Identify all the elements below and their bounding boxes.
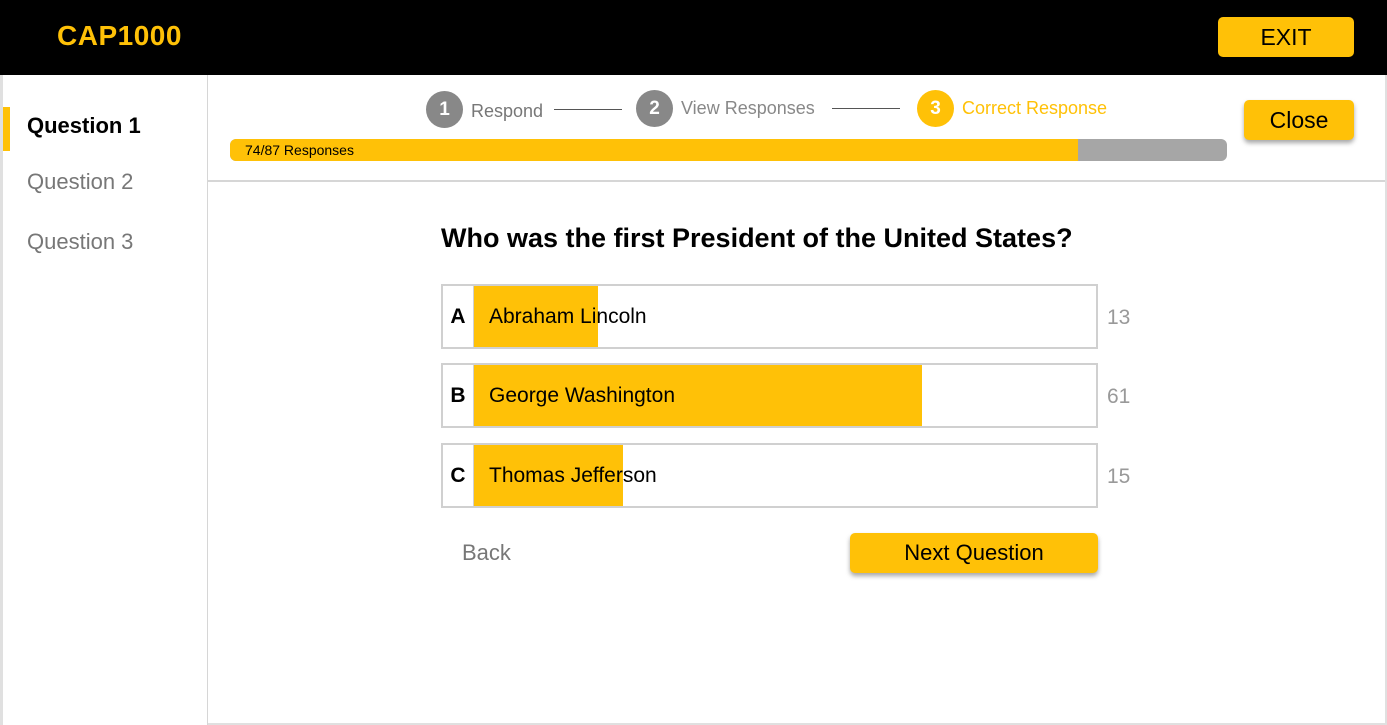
answer-option-b[interactable]: B George Washington [441,363,1098,428]
response-progress-fill [230,139,1079,161]
exit-button[interactable]: EXIT [1218,17,1354,57]
question-text: Who was the first President of the Unite… [441,223,1073,253]
step-number-2: 2 [636,90,673,127]
question-sidebar: Question 1 Question 2 Question 3 [3,75,208,725]
close-button[interactable]: Close [1244,100,1354,140]
step-correct-response: 3 Correct Response [917,90,1107,127]
answer-count-b: 61 [1107,385,1131,408]
answer-letter-c: C [443,445,474,506]
step-label-respond: Respond [471,101,544,121]
step-connector-2 [832,108,900,109]
step-respond: 1 Respond [426,91,543,128]
next-question-button[interactable]: Next Question [850,533,1098,573]
sidebar-item-question-3[interactable]: Question 3 [3,220,207,264]
answer-text-b: George Washington [489,383,675,407]
answer-count-c: 15 [1107,465,1131,488]
answer-option-a[interactable]: A Abraham Lincoln [441,284,1098,349]
step-view-responses: 2 View Responses [636,90,815,127]
top-bar: CAP1000 EXIT [0,0,1387,75]
response-progress-label: 74/87 Responses [245,142,354,158]
main-header: 1 Respond 2 View Responses 3 Correct Res… [208,75,1385,182]
sidebar-item-question-2[interactable]: Question 2 [3,160,207,204]
answer-option-c[interactable]: C Thomas Jefferson [441,443,1098,508]
back-button[interactable]: Back [462,540,511,566]
sidebar-item-question-1[interactable]: Question 1 [3,104,207,151]
answer-count-a: 13 [1107,306,1131,329]
step-number-3: 3 [917,90,954,127]
step-label-view-responses: View Responses [681,98,815,118]
app-logo: CAP1000 [57,20,182,51]
answer-letter-a: A [443,286,474,347]
answer-text-a: Abraham Lincoln [489,304,647,328]
step-number-1: 1 [426,91,463,128]
answer-text-c: Thomas Jefferson [489,463,657,487]
answer-letter-b: B [443,365,474,426]
response-progress-bar: 74/87 Responses [230,139,1227,161]
step-connector-1 [554,109,622,110]
step-label-correct-response: Correct Response [962,98,1108,118]
